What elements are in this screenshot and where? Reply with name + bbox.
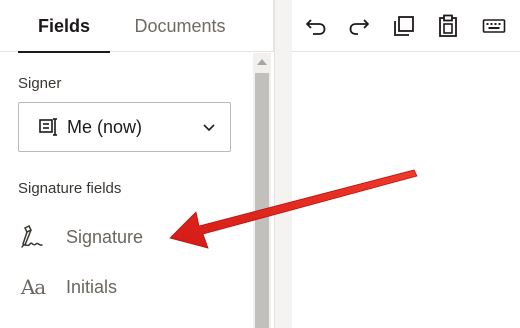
redo-button[interactable] (346, 13, 372, 39)
undo-button[interactable] (303, 13, 329, 39)
paste-icon (439, 14, 457, 37)
signer-dropdown[interactable]: Me (now) (18, 102, 231, 152)
keyboard-icon (482, 19, 506, 33)
initials-field-item[interactable]: Aa Initials (18, 267, 238, 307)
tab-fields[interactable]: Fields (18, 0, 110, 53)
signer-label: Signer (18, 75, 62, 92)
signature-fields-label: Signature fields (18, 180, 122, 197)
initials-aa-icon: Aa (20, 275, 46, 299)
undo-icon (306, 19, 326, 35)
paste-button[interactable] (435, 13, 461, 39)
document-gutter (274, 0, 292, 328)
scroll-up-arrow-icon[interactable] (257, 59, 267, 65)
document-canvas[interactable] (292, 53, 520, 328)
signature-field-label: Signature (66, 226, 144, 247)
signer-value: Me (now) (67, 116, 143, 137)
signature-field-item[interactable]: Signature (18, 217, 238, 257)
copy-button[interactable] (391, 13, 417, 39)
keyboard-shortcuts-button[interactable] (481, 13, 507, 39)
chevron-down-icon (203, 124, 215, 132)
fields-scroll-area: Signer Me (now) Signature fields Signatu… (0, 53, 273, 328)
signer-card-icon (39, 118, 57, 136)
panel-scrollbar[interactable] (253, 53, 271, 328)
tab-documents[interactable]: Documents (124, 0, 236, 52)
scroll-thumb[interactable] (255, 73, 269, 328)
editor-toolbar (292, 0, 520, 52)
signature-pen-icon (18, 223, 48, 251)
copy-icon (394, 16, 414, 36)
redo-icon (349, 19, 369, 35)
panel-tabs: Fields Documents (0, 0, 273, 53)
initials-field-label: Initials (66, 276, 118, 297)
fields-panel: Fields Documents Signer Me (now) Signatu… (0, 0, 273, 328)
